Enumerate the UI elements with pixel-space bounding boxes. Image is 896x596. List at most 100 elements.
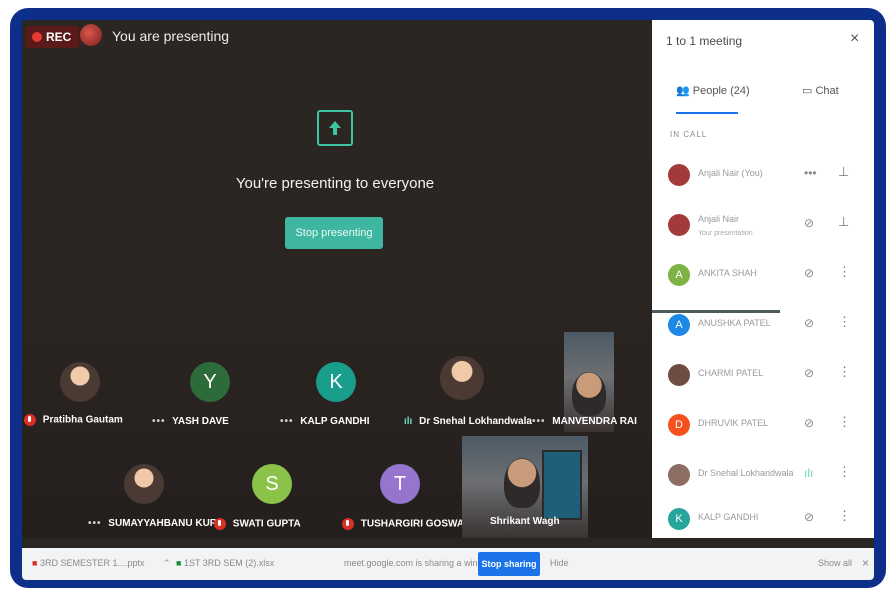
record-dot-icon xyxy=(32,32,42,42)
participant-name: MANVENDRA RAI xyxy=(552,416,637,427)
download-filename: 1ST 3RD SEM (2).xlsx xyxy=(183,558,275,568)
meeting-screen: REC You are presenting You're presenting… xyxy=(22,20,874,580)
participant-avatar: K xyxy=(668,508,690,530)
tab-people[interactable]: 👥 People (24) xyxy=(676,84,750,97)
mic-off-icon[interactable]: ⊘ xyxy=(804,316,814,330)
participant-photo xyxy=(124,464,164,504)
participant-avatar xyxy=(668,464,690,486)
presenting-status: You are presenting xyxy=(112,28,230,44)
participant-name: SUMAYYAHBANU KUR... xyxy=(108,518,226,529)
participant-avatar: S xyxy=(252,464,292,504)
more-options-icon: ••• xyxy=(88,518,102,529)
participant-avatar: A xyxy=(668,264,690,286)
mic-off-icon[interactable]: ⊘ xyxy=(804,366,814,380)
participant-person xyxy=(572,372,606,416)
participant-person xyxy=(504,458,540,508)
more-vert-icon[interactable]: ⋮ xyxy=(838,364,851,380)
people-icon: 👥 xyxy=(676,85,690,97)
recording-label: REC xyxy=(46,30,72,44)
participant-name: KALP GANDHI xyxy=(300,416,370,427)
tab-active-indicator xyxy=(676,112,738,114)
presenting-message: You're presenting to everyone xyxy=(235,175,435,192)
participant-row[interactable]: A ANKITA SHAH ⊘ ⋮ xyxy=(652,256,874,300)
mic-off-icon[interactable]: ⊘ xyxy=(804,416,814,430)
pin-icon[interactable]: ⊥ xyxy=(838,164,849,180)
download-item[interactable]: ■ 1ST 3RD SEM (2).xlsx xyxy=(176,558,274,568)
participant-avatar xyxy=(668,164,690,186)
download-filename: 3RD SEMESTER 1....pptx xyxy=(39,558,145,568)
stop-presenting-button[interactable]: Stop presenting xyxy=(285,217,383,249)
participant-avatar: T xyxy=(380,464,420,504)
participant-avatar xyxy=(668,364,690,386)
tab-chat[interactable]: ▭ Chat xyxy=(802,84,839,97)
tab-chat-label: Chat xyxy=(815,85,839,97)
mic-off-icon[interactable]: ⊘ xyxy=(804,510,814,524)
side-panel: 1 to 1 meeting × 👥 People (24) ▭ Chat IN… xyxy=(652,20,874,538)
participant-row[interactable]: K KALP GANDHI ⊘ ⋮ xyxy=(652,500,874,544)
participant-name: TUSHARGIRI GOSWAMI xyxy=(360,518,476,530)
participant-name: YASH DAVE xyxy=(172,416,229,427)
mic-off-icon xyxy=(214,518,226,530)
background-screen xyxy=(542,450,582,520)
participant-name: SWATI GUPTA xyxy=(232,518,301,530)
participant-name: DHRUVIK PATEL xyxy=(698,418,769,428)
participant-avatar: Y xyxy=(190,362,230,402)
more-vert-icon[interactable]: ⋮ xyxy=(838,264,851,280)
participant-avatar: A xyxy=(668,314,690,336)
mic-off-icon xyxy=(342,518,354,530)
participant-photo xyxy=(440,356,484,400)
participant-row[interactable]: Anjali Nair (You) ••• ⊥ xyxy=(652,156,874,200)
participant-avatar: K xyxy=(316,362,356,402)
more-vert-icon[interactable]: ⋮ xyxy=(838,508,851,524)
more-options-icon: ••• xyxy=(532,416,546,427)
recording-badge: REC xyxy=(26,26,80,48)
speaking-icon: ılı xyxy=(404,416,413,427)
speaking-icon: ılı xyxy=(804,466,814,480)
download-item[interactable]: ■ 3RD SEMESTER 1....pptx ⌃ xyxy=(32,558,171,569)
participant-name: ANUSHKA PATEL xyxy=(698,318,771,328)
stop-sharing-button[interactable]: Stop sharing xyxy=(478,552,540,576)
chevron-up-icon[interactable]: ⌃ xyxy=(163,558,171,568)
pptx-file-icon: ■ xyxy=(32,558,38,568)
participant-name: Dr Snehal Lokhandwala xyxy=(419,416,532,427)
participant-subtitle: Your presentation xyxy=(698,230,753,237)
hide-button[interactable]: Hide xyxy=(550,558,569,568)
participant-name: Pratibha Gautam xyxy=(42,414,123,426)
participant-name: Dr Snehal Lokhandwala xyxy=(698,468,794,478)
participant-name: Anjali Nair (You) xyxy=(698,168,763,178)
more-vert-icon[interactable]: ⋮ xyxy=(838,414,851,430)
show-all-button[interactable]: Show all xyxy=(818,558,852,568)
more-options-icon: ••• xyxy=(152,416,166,427)
mic-off-icon[interactable]: ⊘ xyxy=(804,266,814,280)
participant-row[interactable]: D DHRUVIK PATEL ⊘ ⋮ xyxy=(652,406,874,450)
more-options-icon[interactable]: ••• xyxy=(804,166,817,180)
mic-off-icon xyxy=(24,414,36,426)
more-vert-icon[interactable]: ⋮ xyxy=(838,464,851,480)
meeting-title: 1 to 1 meeting xyxy=(666,34,743,48)
participant-video[interactable]: Shrikant Wagh xyxy=(462,436,588,538)
participant-photo xyxy=(60,362,100,402)
participant-name: Shrikant Wagh xyxy=(490,516,560,527)
pin-icon[interactable]: ⊥ xyxy=(838,214,849,230)
participant-label: ••• MANVENDRA RAI xyxy=(532,416,637,427)
participant-row[interactable]: CHARMI PATEL ⊘ ⋮ xyxy=(652,356,874,400)
participant-row[interactable]: Anjali Nair Your presentation ⊘ ⊥ xyxy=(652,206,874,250)
participant-name: CHARMI PATEL xyxy=(698,368,764,378)
participant-row[interactable]: A ANUSHKA PATEL ⊘ ⋮ xyxy=(652,306,874,350)
participant-name: Anjali Nair xyxy=(698,214,740,224)
more-vert-icon[interactable]: ⋮ xyxy=(838,314,851,330)
presentation-stage: REC You are presenting You're presenting… xyxy=(22,20,652,538)
present-off-icon[interactable]: ⊘ xyxy=(804,216,814,230)
close-bar-icon[interactable]: × xyxy=(862,556,869,570)
more-options-icon: ••• xyxy=(280,416,294,427)
sharing-message: meet.google.com is sharing a window. xyxy=(344,558,497,568)
participant-avatar: D xyxy=(668,414,690,436)
tab-people-label: People (24) xyxy=(692,85,750,97)
participant-name: ANKITA SHAH xyxy=(698,268,757,278)
close-panel-icon[interactable]: × xyxy=(850,30,859,48)
presenter-avatar xyxy=(80,24,102,46)
in-call-heading: IN CALL xyxy=(670,130,708,139)
participant-avatar xyxy=(668,214,690,236)
participant-row[interactable]: Dr Snehal Lokhandwala ılı ⋮ xyxy=(652,456,874,500)
present-screen-icon xyxy=(317,110,353,146)
